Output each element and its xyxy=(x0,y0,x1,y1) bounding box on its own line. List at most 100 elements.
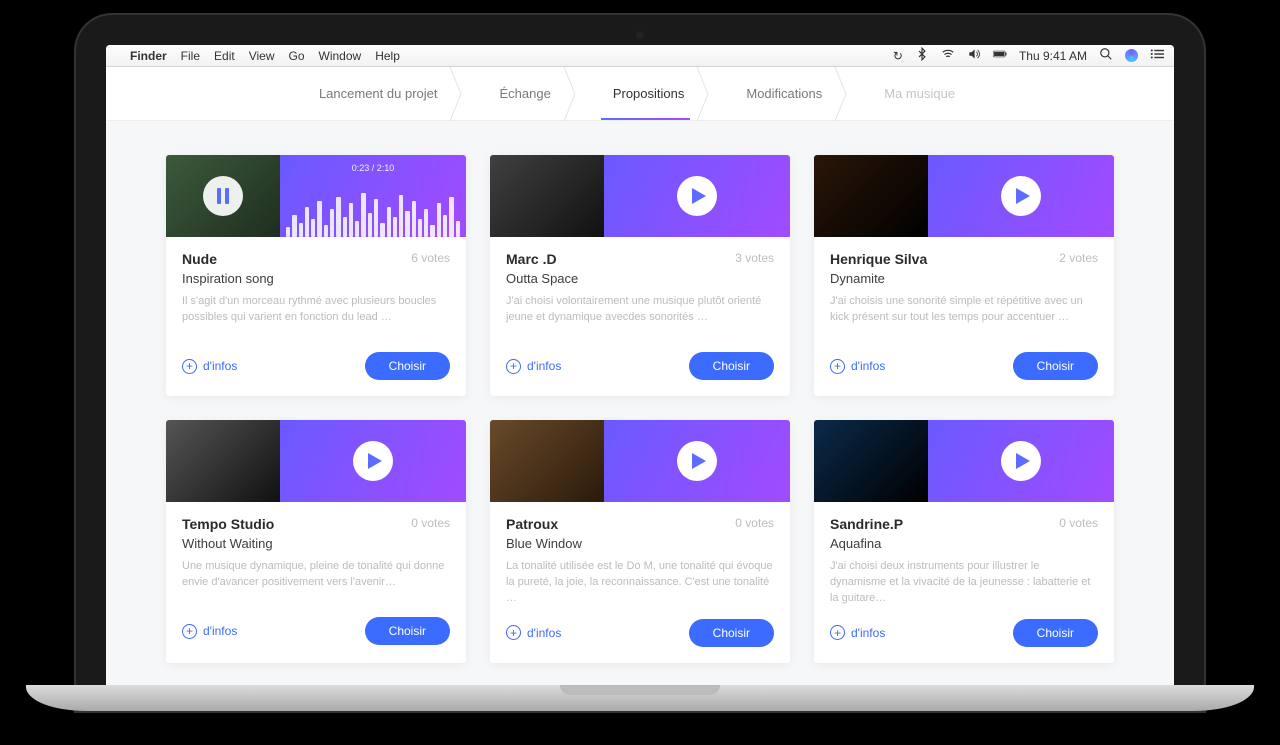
artist-thumbnail xyxy=(166,155,280,237)
list-icon[interactable] xyxy=(1150,47,1164,64)
track-title: Dynamite xyxy=(830,271,1098,286)
card-body: Marc .D3 votesOutta SpaceJ'ai choisi vol… xyxy=(490,237,790,396)
more-info-link[interactable]: + d'infos xyxy=(506,359,561,374)
card-titlebar: Henrique Silva2 votes xyxy=(830,251,1098,267)
track-description: La tonalité utilisée est le Do M, une to… xyxy=(506,559,774,607)
battery-icon[interactable] xyxy=(993,47,1007,64)
menubar-item-file[interactable]: File xyxy=(181,49,200,63)
audio-player xyxy=(928,155,1114,237)
crumb-modifications[interactable]: Modifications xyxy=(718,67,856,120)
vote-count: 2 votes xyxy=(1059,251,1098,265)
plus-circle-icon: + xyxy=(182,624,197,639)
card-media: 0:23 / 2:10 xyxy=(166,155,466,237)
proposal-card: 0:23 / 2:10 Nude6 votes Inspiration song Il… xyxy=(166,155,466,396)
vote-count: 0 votes xyxy=(411,516,450,530)
card-titlebar: Nude6 votes xyxy=(182,251,450,267)
track-title: Blue Window xyxy=(506,536,774,551)
audio-player xyxy=(928,420,1114,502)
refresh-icon[interactable]: ↻ xyxy=(893,49,903,63)
proposal-card: Tempo Studio0 votesWithout WaitingUne mu… xyxy=(166,420,466,663)
menubar-clock[interactable]: Thu 9:41 AM xyxy=(1019,49,1087,63)
more-info-link[interactable]: +d'infos xyxy=(830,359,885,374)
play-button[interactable] xyxy=(1001,441,1041,481)
more-info-label: d'infos xyxy=(527,626,561,640)
track-description: J'ai choisis une sonorité simple et répé… xyxy=(830,294,1098,340)
laptop-base xyxy=(26,685,1254,711)
crumb-ma-musique: Ma musique xyxy=(856,67,989,120)
menubar-app-name[interactable]: Finder xyxy=(130,49,167,63)
crumb-label: Ma musique xyxy=(884,86,955,101)
artist-thumbnail xyxy=(490,155,604,237)
crumb-lancement[interactable]: Lancement du projet xyxy=(291,67,472,120)
menubar-item-view[interactable]: View xyxy=(249,49,275,63)
card-media xyxy=(166,420,466,502)
plus-circle-icon: + xyxy=(830,625,845,640)
menubar-item-help[interactable]: Help xyxy=(375,49,400,63)
menubar-item-go[interactable]: Go xyxy=(289,49,305,63)
choose-button[interactable]: Choisir xyxy=(1013,619,1098,647)
menubar-item-edit[interactable]: Edit xyxy=(214,49,235,63)
artist-thumbnail xyxy=(490,420,604,502)
more-info-label: d'infos xyxy=(203,624,237,638)
menubar-item-window[interactable]: Window xyxy=(319,49,362,63)
wifi-icon[interactable] xyxy=(941,47,955,64)
choose-button[interactable]: Choisir xyxy=(1013,352,1098,380)
track-description: J'ai choisi volontairement une musique p… xyxy=(506,294,774,340)
volume-icon[interactable] xyxy=(967,47,981,64)
card-actions: + d'infos Choisir xyxy=(506,352,774,380)
chevron-right-icon xyxy=(702,67,718,121)
card-actions: +d'infos Choisir xyxy=(830,619,1098,647)
track-description: Il s'agit d'un morceau rythmé avec plusi… xyxy=(182,294,450,340)
chevron-right-icon xyxy=(455,67,471,121)
bluetooth-icon[interactable] xyxy=(915,47,929,64)
more-info-label: d'infos xyxy=(851,359,885,373)
waveform[interactable] xyxy=(280,191,466,237)
card-body: Nude6 votes Inspiration song Il s'agit d'u… xyxy=(166,237,466,396)
card-body: Sandrine.P0 votes Aquafina J'ai choisi deu… xyxy=(814,502,1114,663)
chevron-right-icon xyxy=(840,67,856,121)
card-media xyxy=(490,155,790,237)
track-title: Aquafina xyxy=(830,536,1098,551)
vote-count: 3 votes xyxy=(735,251,774,265)
search-icon[interactable] xyxy=(1099,47,1113,64)
proposals-grid: 0:23 / 2:10 Nude6 votes Inspiration song Il… xyxy=(166,155,1114,663)
more-info-label: d'infos xyxy=(527,359,561,373)
pause-button[interactable] xyxy=(203,176,243,216)
card-body: Patroux0 votesBlue WindowLa tonalité uti… xyxy=(490,502,790,663)
more-info-link[interactable]: +d'infos xyxy=(506,625,561,640)
play-button[interactable] xyxy=(1001,176,1041,216)
proposal-card: Marc .D3 votesOutta SpaceJ'ai choisi vol… xyxy=(490,155,790,396)
card-media xyxy=(814,155,1114,237)
more-info-link[interactable]: + d'infos xyxy=(182,624,237,639)
crumb-echange[interactable]: Échange xyxy=(471,67,584,120)
plus-circle-icon: + xyxy=(506,359,521,374)
card-actions: + d'infos Choisir xyxy=(182,617,450,645)
choose-button[interactable]: Choisir xyxy=(365,352,450,380)
play-button[interactable] xyxy=(677,176,717,216)
crumb-propositions[interactable]: Propositions xyxy=(585,67,719,120)
card-titlebar: Sandrine.P0 votes xyxy=(830,516,1098,532)
track-title: Inspiration song xyxy=(182,271,450,286)
track-title: Without Waiting xyxy=(182,536,450,551)
chevron-right-icon xyxy=(569,67,585,121)
track-description: J'ai choisi deux instruments pour illust… xyxy=(830,559,1098,607)
card-actions: +d'infos Choisir xyxy=(830,352,1098,380)
choose-button[interactable]: Choisir xyxy=(689,352,774,380)
choose-button[interactable]: Choisir xyxy=(365,617,450,645)
plus-circle-icon: + xyxy=(182,359,197,374)
choose-button[interactable]: Choisir xyxy=(689,619,774,647)
crumb-label: Échange xyxy=(499,86,550,101)
artist-name: Patroux xyxy=(506,516,558,532)
vote-count: 0 votes xyxy=(1059,516,1098,530)
audio-player: 0:23 / 2:10 xyxy=(280,155,466,237)
artist-name: Tempo Studio xyxy=(182,516,274,532)
card-actions: +d'infos Choisir xyxy=(182,352,450,380)
more-info-link[interactable]: +d'infos xyxy=(830,625,885,640)
timecode: 0:23 / 2:10 xyxy=(352,163,395,173)
more-info-link[interactable]: +d'infos xyxy=(182,359,237,374)
content-area: 0:23 / 2:10 Nude6 votes Inspiration song Il… xyxy=(106,121,1174,685)
siri-icon[interactable] xyxy=(1125,49,1138,62)
play-button[interactable] xyxy=(353,441,393,481)
play-button[interactable] xyxy=(677,441,717,481)
artist-thumbnail xyxy=(814,420,928,502)
